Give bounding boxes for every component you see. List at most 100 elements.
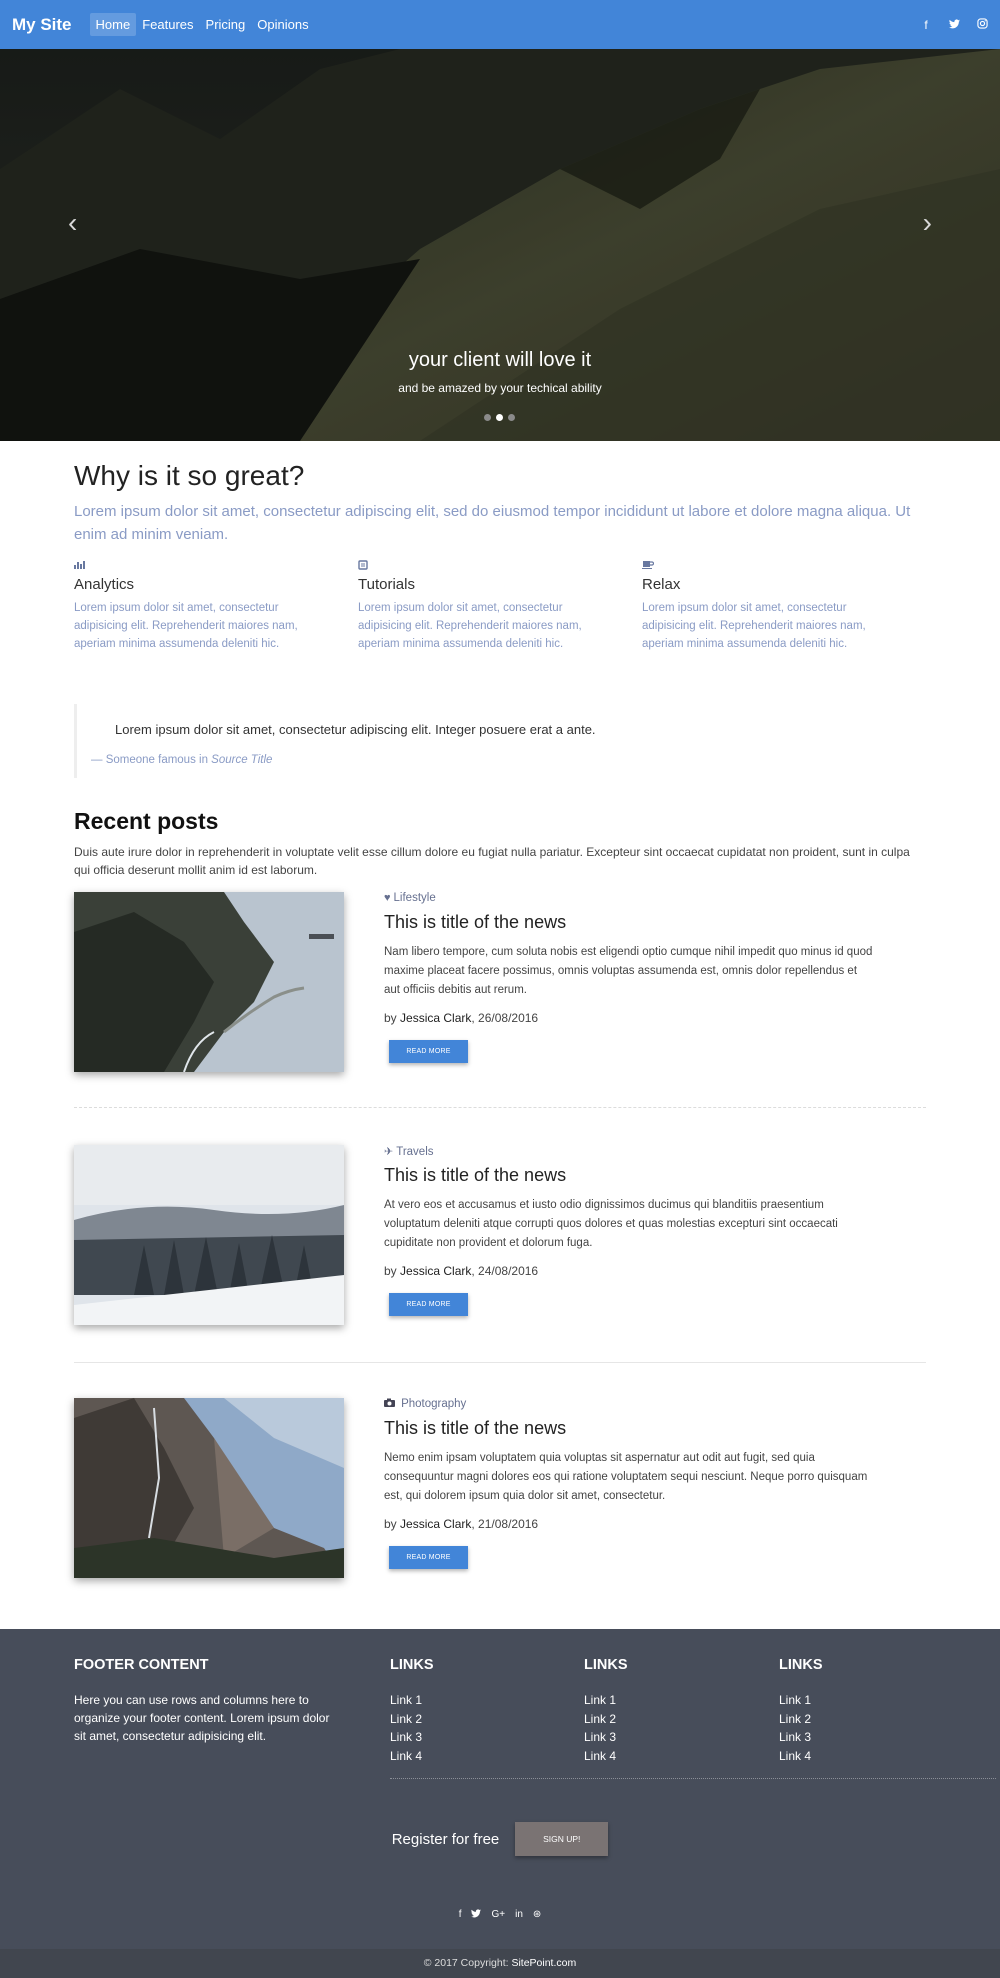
- nav-home[interactable]: Home: [89, 13, 137, 36]
- camera-icon: [384, 1398, 398, 1410]
- footer-link[interactable]: Link 3: [584, 1728, 628, 1747]
- book-icon: [358, 560, 642, 574]
- post-body: ✈ Travels This is title of the news At ve…: [384, 1145, 884, 1316]
- post-excerpt: Nam libero tempore, cum soluta nobis est…: [384, 946, 873, 996]
- post-image[interactable]: [74, 1398, 344, 1578]
- post-date: , 26/08/2016: [471, 1011, 539, 1025]
- post-by: by: [384, 1264, 401, 1278]
- footer-link[interactable]: Link 1: [584, 1691, 628, 1710]
- google-plus-icon[interactable]: G+: [491, 1909, 505, 1921]
- carousel-next-icon[interactable]: ›: [923, 209, 932, 237]
- feature-title: Relax: [642, 576, 681, 593]
- post-by: by: [384, 1517, 401, 1531]
- post-category[interactable]: ♥ Lifestyle: [384, 892, 884, 906]
- footer-link[interactable]: Link 3: [390, 1728, 434, 1747]
- footer-link[interactable]: Link 4: [390, 1747, 434, 1766]
- post-title[interactable]: This is title of the news: [384, 1165, 884, 1186]
- post-author[interactable]: Jessica Clark: [400, 1011, 471, 1025]
- footer-content: FOOTER CONTENT Here you can use rows and…: [74, 1657, 344, 1745]
- why-title: Why is it so great?: [74, 460, 305, 491]
- post-date: , 24/08/2016: [471, 1264, 539, 1278]
- posts-title: Recent posts: [74, 808, 219, 834]
- post-item: Photography This is title of the news Ne…: [74, 1398, 926, 1588]
- carousel-indicator[interactable]: [484, 414, 491, 421]
- footer-content-title: FOOTER CONTENT: [74, 1657, 209, 1673]
- why-lead: Lorem ipsum dolor sit amet, consectetur …: [74, 503, 911, 543]
- analytics-icon: [74, 560, 358, 574]
- post-item: ♥ Lifestyle This is title of the news Nam…: [74, 892, 926, 1082]
- quote-author: — Someone famous in: [91, 754, 212, 766]
- instagram-icon[interactable]: [976, 17, 988, 32]
- footer-link[interactable]: Link 2: [584, 1710, 628, 1729]
- features-row: Analytics Lorem ipsum dolor sit amet, co…: [74, 560, 926, 653]
- post-category-label: Photography: [401, 1398, 467, 1410]
- copyright-link[interactable]: SitePoint.com: [511, 1957, 576, 1969]
- post-image[interactable]: [74, 892, 344, 1072]
- footer-links-column: LINKS Link 1 Link 2 Link 3 Link 4: [390, 1657, 434, 1765]
- twitter-icon[interactable]: [948, 18, 960, 32]
- carousel-caption-title: your client will love it: [408, 349, 592, 371]
- footer-link[interactable]: Link 2: [390, 1710, 434, 1729]
- feature-tutorials: Tutorials Lorem ipsum dolor sit amet, co…: [358, 560, 642, 653]
- read-more-button[interactable]: READ MORE: [389, 1040, 468, 1063]
- carousel-prev-icon[interactable]: ‹: [68, 209, 77, 237]
- post-image[interactable]: [74, 1145, 344, 1325]
- footer-links-title: LINKS: [779, 1657, 823, 1673]
- footer-link[interactable]: Link 2: [779, 1710, 823, 1729]
- post-category[interactable]: ✈ Travels: [384, 1145, 884, 1159]
- feature-text: Lorem ipsum dolor sit amet, consectetur …: [642, 602, 866, 650]
- post-body: Photography This is title of the news Ne…: [384, 1398, 884, 1569]
- post-author[interactable]: Jessica Clark: [400, 1517, 471, 1531]
- nav-features[interactable]: Features: [136, 13, 199, 36]
- carousel-indicator-active[interactable]: [496, 414, 503, 421]
- carousel-indicators: [484, 414, 515, 421]
- footer-link[interactable]: Link 4: [584, 1747, 628, 1766]
- post-author[interactable]: Jessica Clark: [400, 1264, 471, 1278]
- footer-link[interactable]: Link 4: [779, 1747, 823, 1766]
- carousel-caption-subtitle: and be amazed by your techical ability: [398, 381, 602, 395]
- posts-intro: Duis aute irure dolor in reprehenderit i…: [74, 845, 910, 877]
- twitter-icon[interactable]: [471, 1909, 482, 1921]
- post-date: , 21/08/2016: [471, 1517, 539, 1531]
- linkedin-icon[interactable]: in: [515, 1909, 523, 1921]
- quote-text: Lorem ipsum dolor sit amet, consectetur …: [115, 722, 596, 737]
- post-meta: by Jessica Clark, 24/08/2016: [384, 1264, 884, 1278]
- post-title[interactable]: This is title of the news: [384, 912, 884, 933]
- post-item: ✈ Travels This is title of the news At ve…: [74, 1145, 926, 1335]
- feature-analytics: Analytics Lorem ipsum dolor sit amet, co…: [74, 560, 358, 653]
- footer-content-text: Here you can use rows and columns here t…: [74, 1693, 330, 1743]
- footer-link[interactable]: Link 1: [390, 1691, 434, 1710]
- footer-links-column: LINKS Link 1 Link 2 Link 3 Link 4: [584, 1657, 628, 1765]
- post-title[interactable]: This is title of the news: [384, 1418, 884, 1439]
- sign-up-button[interactable]: SIGN UP!: [515, 1822, 609, 1856]
- nav-pricing[interactable]: Pricing: [200, 13, 252, 36]
- facebook-icon[interactable]: f: [920, 18, 932, 32]
- hero-carousel[interactable]: ‹ › your client will love it and be amaz…: [0, 49, 1000, 441]
- coffee-icon: [642, 560, 926, 574]
- post-body: ♥ Lifestyle This is title of the news Nam…: [384, 892, 884, 1063]
- post-divider: [74, 1362, 926, 1363]
- dribbble-icon[interactable]: ⊛: [533, 1909, 541, 1921]
- copyright-bar: © 2017 Copyright: SitePoint.com: [0, 1949, 1000, 1978]
- post-excerpt: Nemo enim ipsam voluptatem quia voluptas…: [384, 1452, 868, 1502]
- post-category-label: Travels: [396, 1146, 434, 1158]
- feature-title: Tutorials: [358, 576, 415, 593]
- read-more-button[interactable]: READ MORE: [389, 1293, 468, 1316]
- read-more-button[interactable]: READ MORE: [389, 1546, 468, 1569]
- brand-logo[interactable]: My Site: [12, 15, 72, 35]
- plane-icon: ✈: [384, 1146, 394, 1158]
- post-category[interactable]: Photography: [384, 1398, 884, 1412]
- feature-title: Analytics: [74, 576, 135, 593]
- facebook-icon[interactable]: f: [459, 1909, 462, 1921]
- carousel-indicator[interactable]: [508, 414, 515, 421]
- heart-icon: ♥: [384, 892, 391, 904]
- blockquote: Lorem ipsum dolor sit amet, consectetur …: [74, 704, 926, 778]
- nav-opinions[interactable]: Opinions: [251, 13, 314, 36]
- nav-links: Home Features Pricing Opinions: [89, 13, 315, 36]
- footer: FOOTER CONTENT Here you can use rows and…: [0, 1629, 1000, 1949]
- register-text: Register for free: [391, 1830, 500, 1848]
- footer-link[interactable]: Link 1: [779, 1691, 823, 1710]
- footer-link[interactable]: Link 3: [779, 1728, 823, 1747]
- nav-social: f: [920, 18, 988, 32]
- copyright-text: © 2017 Copyright:: [423, 1957, 512, 1969]
